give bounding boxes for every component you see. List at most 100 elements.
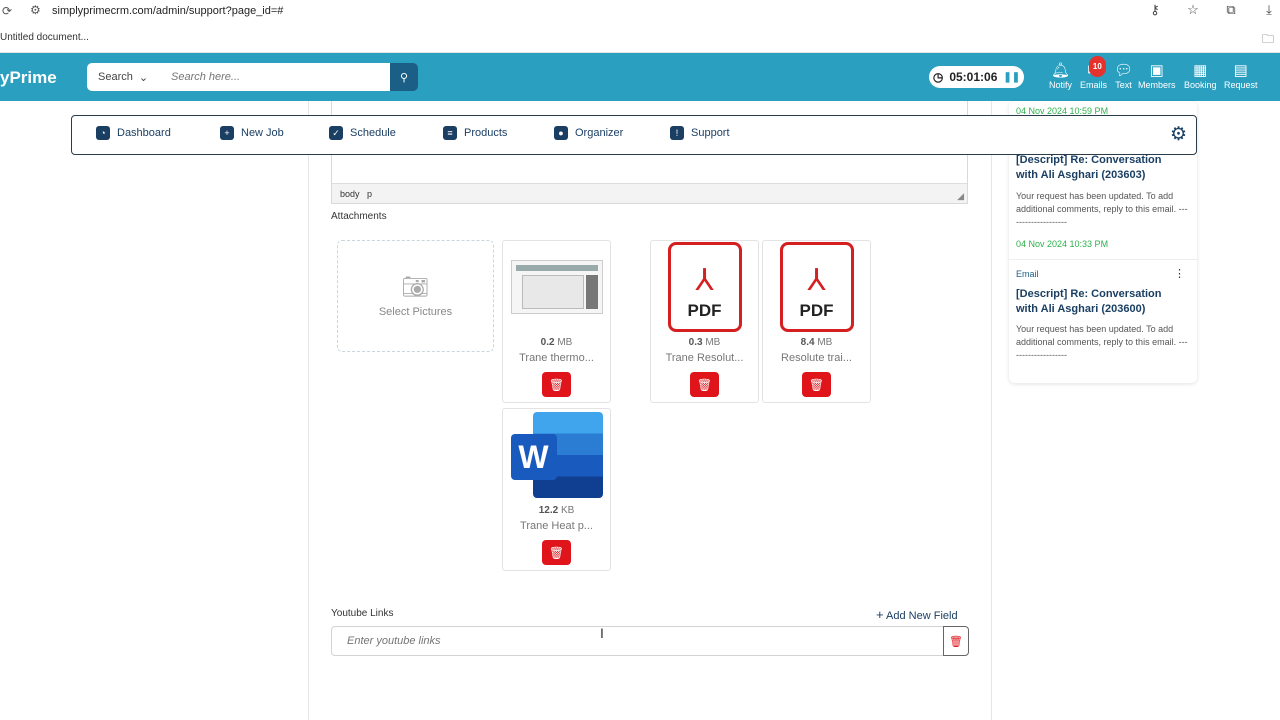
download-icon[interactable]: ⤓	[1258, 2, 1280, 18]
plus-icon: +	[876, 607, 884, 622]
attachment-size: 0.3 MB	[688, 337, 721, 348]
activity-body: Your request has been updated. To add ad…	[1016, 324, 1188, 360]
request-icon: ▤	[1233, 62, 1248, 79]
screenshot-thumbnail	[510, 260, 603, 314]
attachments-label: Attachments	[331, 211, 387, 222]
members-icon: ▣	[1149, 62, 1164, 79]
content-panel: body p ◢ Attachments 📷︎ Select Pictures …	[308, 101, 992, 720]
activity-divider	[1009, 259, 1197, 260]
chevron-down-icon: ⌄	[138, 71, 149, 84]
delete-attachment-button[interactable]: 🗑︎	[542, 372, 571, 397]
attachment-thumbnail[interactable]: ⅄ PDF	[651, 241, 758, 333]
schedule-icon: ✓	[329, 126, 343, 140]
bulb-icon: !	[670, 126, 684, 140]
trash-icon: 🗑︎	[696, 377, 713, 392]
brand-logo[interactable]: yPrime	[0, 68, 57, 88]
header-nav-text[interactable]: 💬︎ Text	[1114, 61, 1133, 90]
attachment-card: ⅄ PDF 0.3 MB Trane Resolut... 🗑︎	[650, 240, 759, 403]
search-icon: ⚲	[399, 71, 409, 84]
nav-new-job[interactable]: + New Job	[220, 126, 284, 140]
activity-title[interactable]: [Descript] Re: Conversation with Ali Asg…	[1016, 153, 1186, 183]
attachment-size: 12.2 KB	[538, 505, 575, 516]
trash-icon: 🗑︎	[548, 545, 565, 560]
app-header: yPrime Search ⌄ ⚲ ◷ 05:01:06 ❚❚ 🔔︎ Notif…	[0, 53, 1280, 101]
editor-status-bar: body p ◢	[332, 183, 967, 203]
nav-support[interactable]: ! Support	[670, 126, 730, 140]
select-pictures-label: Select Pictures	[378, 306, 453, 318]
editor-path-body[interactable]: body	[340, 189, 360, 199]
attachment-size: 0.2 MB	[540, 337, 573, 348]
header-nav-members[interactable]: ▣ Members	[1138, 61, 1176, 90]
bookmarks-bar: Untitled document... 🗀	[0, 22, 1280, 53]
mail-icon: ✉10	[1087, 56, 1106, 80]
search-type-select[interactable]: Search ⌄	[87, 71, 159, 84]
editor-path-p[interactable]: p	[367, 189, 372, 199]
chat-icon: 💬︎	[1114, 62, 1134, 79]
resize-handle-icon[interactable]: ◢	[957, 191, 964, 202]
key-icon[interactable]: ⚷	[1144, 2, 1166, 18]
bell-icon: 🔔︎	[1050, 62, 1071, 79]
search-input[interactable]	[159, 71, 379, 83]
attachment-thumbnail[interactable]: W	[503, 409, 610, 501]
extensions-icon[interactable]: ⧉	[1220, 2, 1242, 18]
camera-plus-icon: 📷︎	[401, 274, 430, 299]
activity-title[interactable]: [Descript] Re: Conversation with Ali Asg…	[1016, 287, 1186, 317]
add-new-field-button[interactable]: + Add New Field	[876, 607, 958, 622]
attachment-card: 0.2 MB Trane thermo... 🗑︎	[502, 240, 611, 403]
activity-body: Your request has been updated. To add ad…	[1016, 191, 1188, 227]
nav-dashboard[interactable]: ◔ Dashboard	[96, 126, 171, 140]
attachment-card: ⅄ PDF 8.4 MB Resolute trai... 🗑︎	[762, 240, 871, 403]
activity-date: 04 Nov 2024 10:33 PM	[1016, 239, 1109, 249]
search-box: Search ⌄	[87, 63, 390, 91]
dashboard-icon: ◔	[96, 126, 110, 140]
star-icon[interactable]: ☆	[1182, 2, 1204, 18]
delete-attachment-button[interactable]: 🗑︎	[690, 372, 719, 397]
youtube-link-input[interactable]	[331, 626, 944, 656]
delete-attachment-button[interactable]: 🗑︎	[542, 540, 571, 565]
nav-organizer[interactable]: ● Organizer	[554, 126, 623, 140]
gear-icon[interactable]: ⚙	[1170, 123, 1187, 146]
organizer-icon: ●	[554, 126, 568, 140]
calendar-icon: ▦	[1193, 62, 1208, 79]
attachment-card: W 12.2 KB Trane Heat p... 🗑︎	[502, 408, 611, 571]
attachment-thumbnail[interactable]: ⅄ PDF	[763, 241, 870, 333]
header-nav-booking[interactable]: ▦ Booking	[1184, 61, 1217, 90]
clock-icon: ◷	[932, 70, 944, 84]
timer[interactable]: ◷ 05:01:06 ❚❚	[929, 66, 1024, 88]
browser-actions: ⚷ ☆ ⧉ ⤓	[1144, 2, 1280, 18]
search-type-label: Search	[98, 71, 133, 83]
activity-type: Email	[1016, 269, 1039, 279]
trash-icon: 🗑︎	[808, 377, 825, 392]
add-new-field-label: Add New Field	[886, 610, 958, 622]
delete-youtube-field-button[interactable]: 🗑︎	[943, 626, 969, 656]
pause-icon[interactable]: ❚❚	[1003, 72, 1020, 83]
site-settings-icon[interactable]: ⚙	[30, 3, 41, 17]
nav-schedule[interactable]: ✓ Schedule	[329, 126, 396, 140]
delete-attachment-button[interactable]: 🗑︎	[802, 372, 831, 397]
url-text[interactable]: simplyprimecrm.com/admin/support?page_id…	[52, 5, 283, 17]
trash-icon: 🗑︎	[949, 635, 963, 648]
timer-value: 05:01:06	[949, 70, 998, 84]
header-nav-emails[interactable]: ✉10 Emails	[1080, 56, 1107, 90]
youtube-links-label: Youtube Links	[331, 608, 394, 619]
main-navigation: ◔ Dashboard + New Job ✓ Schedule ≡ Produ…	[71, 115, 1197, 155]
bookmark-untitled-document[interactable]: Untitled document...	[0, 32, 89, 43]
browser-url-bar: ⟳ ⚙ simplyprimecrm.com/admin/support?pag…	[0, 0, 1280, 22]
attachment-thumbnail[interactable]	[503, 241, 610, 333]
attachment-filename: Trane Resolut...	[665, 352, 744, 364]
search-button[interactable]: ⚲	[390, 63, 418, 91]
trash-icon: 🗑︎	[548, 377, 565, 392]
word-file-icon: W	[510, 412, 603, 498]
nav-products[interactable]: ≡ Products	[443, 126, 507, 140]
email-count-badge: 10	[1088, 56, 1106, 77]
attachment-filename: Resolute trai...	[781, 352, 852, 364]
attachment-filename: Trane Heat p...	[520, 520, 593, 532]
select-pictures-button[interactable]: 📷︎ Select Pictures	[337, 240, 494, 352]
header-nav-request[interactable]: ▤ Request	[1224, 61, 1258, 90]
attachment-filename: Trane thermo...	[519, 352, 594, 364]
more-options-icon[interactable]: ⋮	[1174, 267, 1185, 280]
reload-icon[interactable]: ⟳	[2, 4, 12, 18]
pdf-file-icon: ⅄ PDF	[779, 242, 854, 332]
header-nav-notify[interactable]: 🔔︎ Notify	[1049, 61, 1072, 90]
folder-icon[interactable]: 🗀	[1262, 30, 1274, 51]
